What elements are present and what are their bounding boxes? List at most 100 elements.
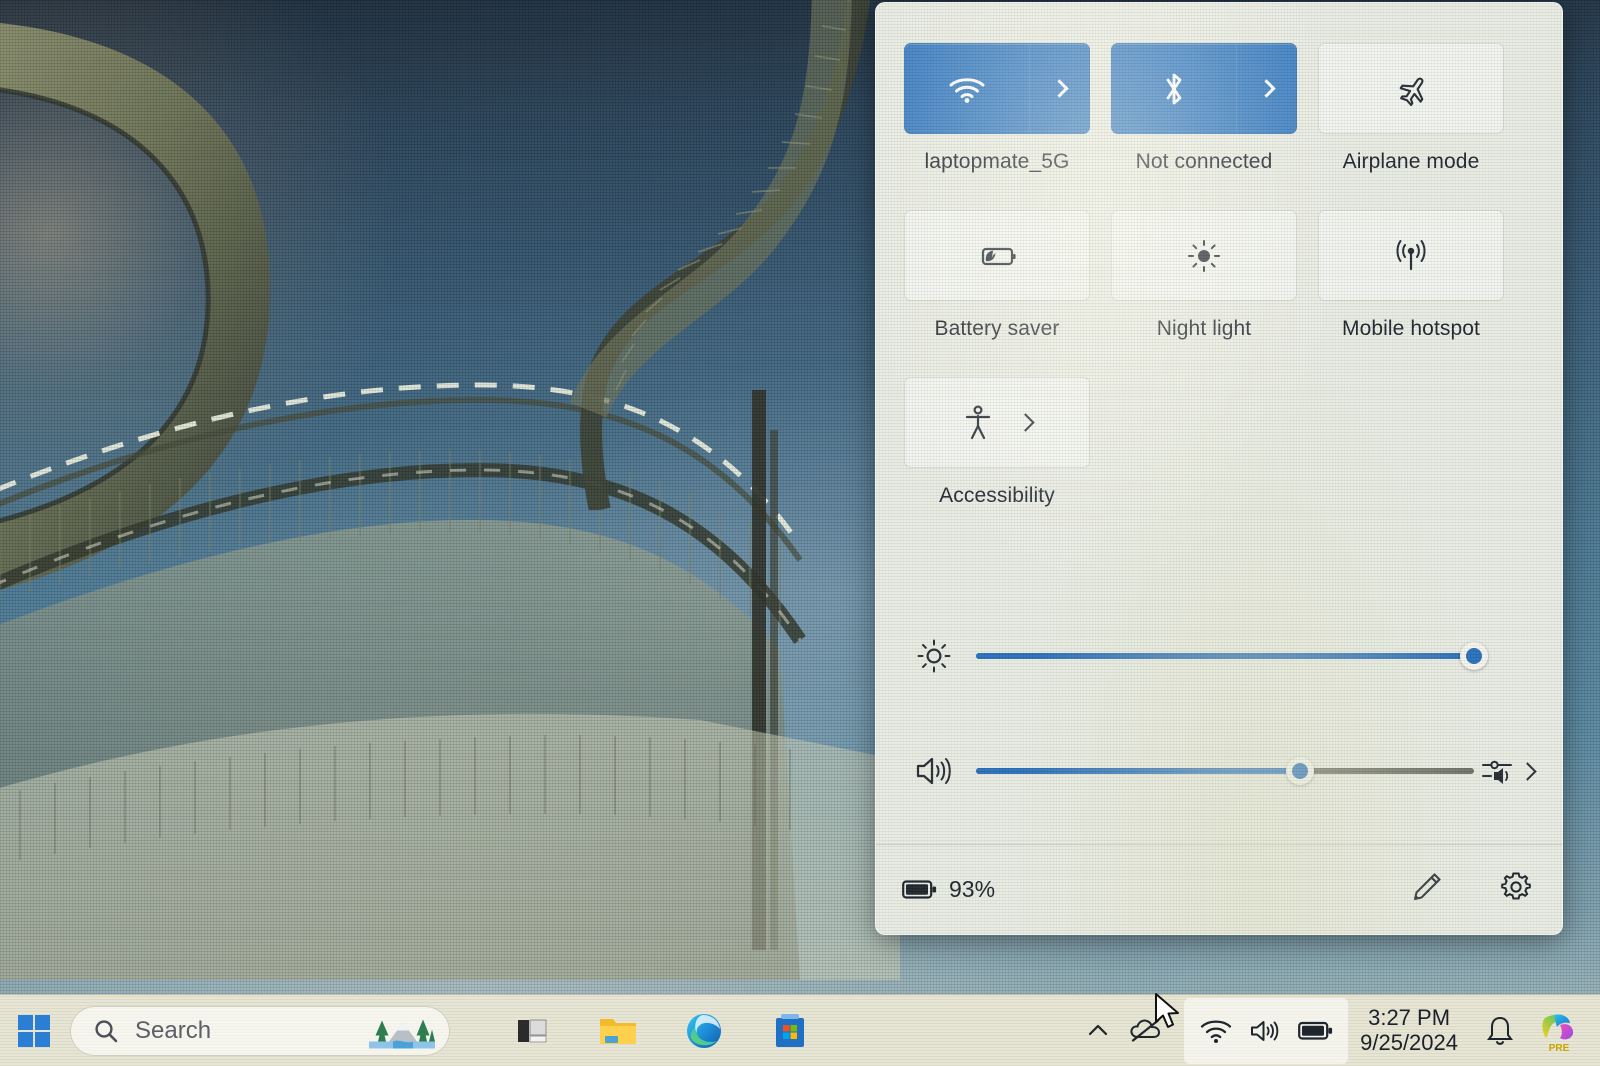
tile-airplane-mode[interactable] — [1318, 43, 1504, 134]
pencil-icon — [1410, 870, 1444, 904]
taskbar-item-task-view[interactable] — [502, 1001, 562, 1061]
tray-quick-settings-button[interactable] — [1184, 998, 1348, 1064]
chevron-up-icon — [1085, 1018, 1111, 1044]
airplane-icon-glyph — [1391, 69, 1431, 109]
chevron-right-icon[interactable] — [1518, 762, 1536, 780]
tile-label-night-light: Night light — [1157, 317, 1251, 341]
taskbar-left-group: Search — [0, 1001, 820, 1061]
chevron-right-icon[interactable] — [1016, 413, 1034, 431]
bluetooth-expand-button[interactable] — [1236, 44, 1296, 133]
file-explorer-icon — [598, 1014, 638, 1048]
tile-label-airplane-mode: Airplane mode — [1343, 150, 1480, 174]
volume-slider-fill — [976, 768, 1300, 774]
taskbar-item-microsoft-edge[interactable] — [674, 1001, 734, 1061]
taskbar-item-file-explorer[interactable] — [588, 1001, 648, 1061]
nature-landscape-widget-glyph — [369, 1008, 435, 1048]
tile-bluetooth[interactable] — [1111, 43, 1297, 134]
tile-cell-battery-saver: Battery saver — [904, 210, 1090, 341]
audio-output-picker[interactable] — [1474, 756, 1534, 786]
wallpaper-sculpture — [0, 0, 900, 980]
brightness-slider-track[interactable] — [976, 653, 1474, 659]
edge-icon — [685, 1012, 723, 1050]
battery-percent-label: 93% — [949, 876, 995, 903]
tile-label-bluetooth: Not connected — [1136, 150, 1273, 174]
copilot-badge-label: PRE — [1549, 1043, 1570, 1054]
tile-cell-accessibility: Accessibility — [904, 377, 1090, 508]
audio-output-picker-icon[interactable] — [1481, 756, 1515, 786]
chevron-right-icon — [1257, 79, 1275, 97]
tile-row-spacer — [904, 174, 1504, 210]
tile-label-mobile-hotspot: Mobile hotspot — [1342, 317, 1480, 341]
volume-icon — [1249, 1017, 1283, 1045]
quick-settings-panel[interactable]: laptopmate_5G Not connected — [875, 2, 1563, 935]
bluetooth-icon-glyph — [1161, 69, 1187, 109]
copilot-icon: PRE — [1536, 1008, 1582, 1054]
mobile-hotspot-icon — [1319, 237, 1503, 275]
volume-slider-row[interactable] — [906, 748, 1534, 794]
start-button[interactable] — [6, 1003, 62, 1059]
wifi-icon — [1199, 1017, 1233, 1045]
brightness-slider-fill — [976, 653, 1474, 659]
microsoft-store-icon — [772, 1012, 808, 1050]
brightness-icon — [906, 637, 962, 675]
volume-icon — [906, 753, 962, 789]
taskbar-clock[interactable]: 3:27 PM 9/25/2024 — [1360, 1006, 1458, 1055]
tile-night-light[interactable] — [1111, 210, 1297, 301]
brightness-icon-glyph — [915, 637, 953, 675]
nature-landscape-widget-icon[interactable] — [369, 1008, 435, 1053]
taskbar-item-microsoft-store[interactable] — [760, 1001, 820, 1061]
tray-battery-icon[interactable] — [1294, 1004, 1338, 1058]
tile-label-wifi: laptopmate_5G — [925, 150, 1070, 174]
tray-wifi-icon[interactable] — [1194, 1004, 1238, 1058]
edit-quick-settings-button[interactable] — [1410, 870, 1444, 909]
wifi-expand-button[interactable] — [1029, 44, 1089, 133]
volume-slider-thumb[interactable] — [1286, 757, 1314, 785]
tray-volume-icon[interactable] — [1244, 1004, 1288, 1058]
bluetooth-icon[interactable] — [1112, 69, 1236, 109]
accessibility-icon — [905, 404, 1089, 442]
night-light-icon — [1112, 237, 1296, 275]
copilot-button[interactable]: PRE — [1528, 1004, 1590, 1058]
search-input[interactable]: Search — [135, 1017, 211, 1045]
tile-cell-bluetooth: Not connected — [1111, 43, 1297, 174]
tile-mobile-hotspot[interactable] — [1318, 210, 1504, 301]
tile-cell-airplane-mode: Airplane mode — [1318, 43, 1504, 174]
desktop-screen: laptopmate_5G Not connected — [0, 0, 1600, 1066]
task-view-icon — [515, 1014, 549, 1048]
night-light-icon-glyph — [1185, 237, 1223, 275]
brightness-slider-row[interactable] — [906, 633, 1534, 679]
tile-wifi[interactable] — [904, 43, 1090, 134]
tile-cell-mobile-hotspot: Mobile hotspot — [1318, 210, 1504, 341]
accessibility-icon-glyph — [963, 404, 993, 442]
battery-status: 93% — [902, 876, 995, 903]
wifi-icon[interactable] — [905, 74, 1029, 104]
search-box[interactable]: Search — [70, 1006, 450, 1056]
quick-settings-tile-grid: laptopmate_5G Not connected — [904, 43, 1504, 508]
windows-start-icon — [17, 1014, 51, 1048]
tile-battery-saver[interactable] — [904, 210, 1090, 301]
clock-date: 9/25/2024 — [1360, 1031, 1458, 1056]
notifications-button[interactable] — [1472, 1004, 1528, 1058]
tray-overflow-button[interactable] — [1074, 1004, 1122, 1058]
gear-icon — [1498, 869, 1534, 905]
airplane-icon — [1319, 69, 1503, 109]
bell-icon — [1485, 1015, 1515, 1047]
tile-accessibility[interactable] — [904, 377, 1090, 468]
quick-settings-footer-actions — [1410, 869, 1534, 910]
tile-label-battery-saver: Battery saver — [934, 317, 1059, 341]
search-icon — [93, 1018, 119, 1044]
battery-icon — [1298, 1020, 1334, 1042]
brightness-slider-thumb[interactable] — [1460, 642, 1488, 670]
volume-icon-glyph — [913, 753, 955, 789]
battery-saver-icon-glyph — [974, 240, 1020, 272]
wifi-icon-glyph — [947, 74, 987, 104]
wallpaper-sculpture-right-loop — [560, 0, 900, 510]
quick-settings-footer: 93% — [876, 844, 1562, 934]
tile-cell-wifi: laptopmate_5G — [904, 43, 1090, 174]
settings-gear-button[interactable] — [1498, 869, 1534, 910]
taskbar: Search — [0, 994, 1600, 1066]
mouse-cursor — [1154, 992, 1184, 1034]
volume-slider-track[interactable] — [976, 768, 1474, 774]
tile-row-spacer-2 — [904, 341, 1504, 377]
chevron-right-icon — [1050, 79, 1068, 97]
